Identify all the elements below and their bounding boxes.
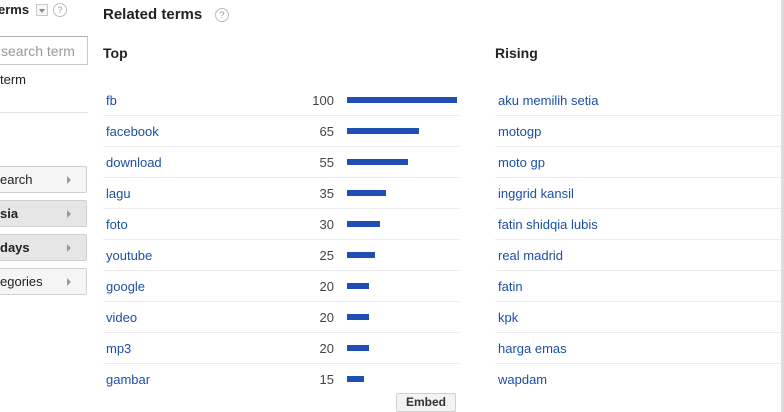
search-term-input[interactable]: [0, 36, 88, 65]
top-term-value: 20: [319, 279, 334, 294]
rising-term-link[interactable]: fatin: [498, 279, 523, 294]
top-term-bar: [347, 376, 364, 382]
rising-term-row: harga emas: [495, 333, 784, 364]
top-term-row: google 20: [103, 271, 459, 302]
time-range-button[interactable]: days: [0, 234, 87, 261]
search-type-button[interactable]: earch: [0, 166, 87, 193]
rising-term-row: motogp: [495, 116, 784, 147]
related-terms-title: Related terms: [103, 6, 203, 23]
rising-term-link[interactable]: inggrid kansil: [498, 186, 574, 201]
top-term-bar: [347, 221, 380, 227]
top-term-row: download 55: [103, 147, 459, 178]
divider: [0, 112, 88, 113]
top-term-value: 100: [312, 93, 334, 108]
rising-term-row: real madrid: [495, 240, 784, 271]
top-term-row: foto 30: [103, 209, 459, 240]
top-term-link[interactable]: facebook: [106, 124, 159, 139]
top-term-row: fb 100: [103, 85, 459, 116]
top-term-row: gambar 15: [103, 364, 459, 395]
top-term-bar: [347, 314, 369, 320]
top-term-row: youtube 25: [103, 240, 459, 271]
terms-help-icon[interactable]: ?: [53, 3, 67, 17]
time-range-label: days: [0, 240, 30, 255]
add-term-link[interactable]: term: [0, 72, 26, 87]
rising-term-link[interactable]: real madrid: [498, 248, 563, 263]
categories-label: egories: [0, 274, 43, 289]
rising-term-link[interactable]: aku memilih setia: [498, 93, 598, 108]
top-term-bar: [347, 283, 369, 289]
top-term-row: video 20: [103, 302, 459, 333]
left-panel: erms ? term earch sia days egories: [0, 0, 88, 412]
related-terms-help-icon[interactable]: ?: [215, 8, 229, 22]
top-column-header: Top: [103, 45, 128, 61]
top-term-row: mp3 20: [103, 333, 459, 364]
rising-term-link[interactable]: kpk: [498, 310, 518, 325]
rising-term-row: moto gp: [495, 147, 784, 178]
rising-term-row: fatin: [495, 271, 784, 302]
rising-term-row: fatin shidqia lubis: [495, 209, 784, 240]
rising-column-header: Rising: [495, 45, 538, 61]
top-term-value: 20: [319, 310, 334, 325]
top-term-link[interactable]: google: [106, 279, 145, 294]
rising-term-link[interactable]: moto gp: [498, 155, 545, 170]
terms-heading: erms: [0, 2, 30, 17]
top-term-bar: [347, 190, 386, 196]
embed-button[interactable]: Embed: [396, 393, 456, 412]
top-term-value: 20: [319, 341, 334, 356]
top-term-value: 25: [319, 248, 334, 263]
top-term-link[interactable]: lagu: [106, 186, 131, 201]
top-term-value: 65: [319, 124, 334, 139]
top-term-link[interactable]: youtube: [106, 248, 152, 263]
top-term-value: 30: [319, 217, 334, 232]
top-term-bar: [347, 128, 419, 134]
top-term-bar: [347, 97, 457, 103]
rising-term-link[interactable]: fatin shidqia lubis: [498, 217, 598, 232]
rising-term-link[interactable]: motogp: [498, 124, 541, 139]
top-term-link[interactable]: mp3: [106, 341, 131, 356]
top-term-bar: [347, 345, 369, 351]
rising-term-row: aku memilih setia: [495, 85, 784, 116]
top-term-value: 15: [319, 372, 334, 387]
top-term-bar: [347, 159, 408, 165]
top-term-link[interactable]: foto: [106, 217, 128, 232]
region-button[interactable]: sia: [0, 200, 87, 227]
top-term-row: facebook 65: [103, 116, 459, 147]
top-term-link[interactable]: video: [106, 310, 137, 325]
top-term-value: 35: [319, 186, 334, 201]
region-label: sia: [0, 206, 19, 221]
top-term-row: lagu 35: [103, 178, 459, 209]
categories-button[interactable]: egories: [0, 268, 87, 295]
rising-term-link[interactable]: wapdam: [498, 372, 547, 387]
rising-term-row: inggrid kansil: [495, 178, 784, 209]
top-term-bar: [347, 252, 375, 258]
rising-term-row: kpk: [495, 302, 784, 333]
rising-term-link[interactable]: harga emas: [498, 341, 567, 356]
chevron-right-icon: [67, 278, 71, 286]
top-term-value: 55: [319, 155, 334, 170]
top-term-link[interactable]: gambar: [106, 372, 150, 387]
rising-term-row: wapdam: [495, 364, 784, 395]
top-term-link[interactable]: fb: [106, 93, 117, 108]
chevron-right-icon: [67, 176, 71, 184]
chevron-right-icon: [67, 244, 71, 252]
terms-dropdown-icon[interactable]: [36, 4, 48, 16]
chevron-right-icon: [67, 210, 71, 218]
search-type-label: earch: [0, 172, 33, 187]
top-term-link[interactable]: download: [106, 155, 162, 170]
